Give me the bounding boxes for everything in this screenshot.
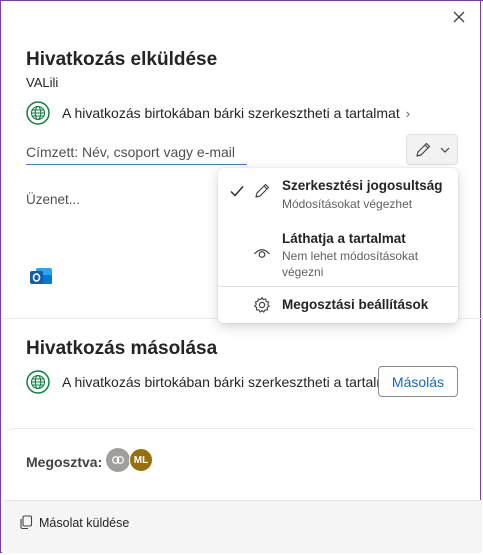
link-permission-text: A hivatkozás birtokában bárki szerkeszth…: [62, 105, 400, 121]
chevron-right-icon: ›: [405, 105, 411, 121]
menu-item-title: Szerkesztési jogosultság: [282, 178, 443, 193]
menu-item-can-edit[interactable]: Szerkesztési jogosultság Módosításokat v…: [218, 168, 458, 224]
copy-icon: [20, 515, 33, 530]
menu-item-title: Megosztási beállítások: [282, 297, 429, 312]
copy-link-permission[interactable]: A hivatkozás birtokában bárki szerkeszth…: [26, 370, 378, 394]
send-copy-button[interactable]: Másolat küldése: [19, 515, 129, 530]
share-dialog: Hivatkozás elküldése VALili A hivatkozás…: [0, 0, 482, 553]
menu-item-can-view[interactable]: Láthatja a tartalmat Nem lehet módosítás…: [218, 224, 458, 286]
link-permission-setting[interactable]: A hivatkozás birtokában bárki szerkeszth…: [26, 101, 410, 125]
link-icon: [112, 456, 124, 464]
outlook-icon[interactable]: [28, 263, 54, 289]
copy-button[interactable]: Másolás: [378, 366, 458, 397]
close-button[interactable]: [447, 5, 471, 29]
gear-icon: [254, 296, 270, 313]
eye-icon: [254, 249, 270, 258]
recipient-input[interactable]: [26, 140, 247, 165]
chevron-down-icon: [440, 147, 450, 153]
send-copy-label: Másolat küldése: [39, 515, 130, 530]
copy-link-title: Hivatkozás másolása: [26, 338, 218, 359]
shared-item-name: VALili: [26, 75, 59, 90]
permission-dropdown-menu: Szerkesztési jogosultság Módosításokat v…: [218, 168, 458, 323]
pencil-icon: [416, 142, 431, 157]
menu-item-title: Láthatja a tartalmat: [282, 231, 406, 246]
copy-link-permission-text: A hivatkozás birtokában bárki szerkeszth…: [62, 374, 378, 390]
dialog-footer: Másolat küldése: [2, 500, 482, 553]
message-input[interactable]: [26, 189, 211, 209]
link-avatar[interactable]: [106, 448, 130, 472]
shared-with-label: Megosztva:: [26, 454, 103, 470]
dialog-title: Hivatkozás elküldése: [26, 49, 218, 70]
globe-icon: [26, 370, 50, 394]
globe-icon: [26, 101, 50, 125]
shared-with-section: Megosztva: ML: [6, 428, 479, 503]
close-icon: [453, 11, 465, 23]
pencil-icon: [255, 183, 270, 198]
avatar[interactable]: ML: [129, 448, 153, 472]
checkmark-icon: [230, 186, 244, 197]
permission-dropdown-button[interactable]: [406, 134, 458, 165]
menu-item-description: Módosításokat végezhet: [282, 197, 413, 211]
menu-item-description: Nem lehet módosításokat végezni: [282, 249, 419, 279]
menu-item-sharing-settings[interactable]: Megosztási beállítások: [218, 287, 458, 323]
